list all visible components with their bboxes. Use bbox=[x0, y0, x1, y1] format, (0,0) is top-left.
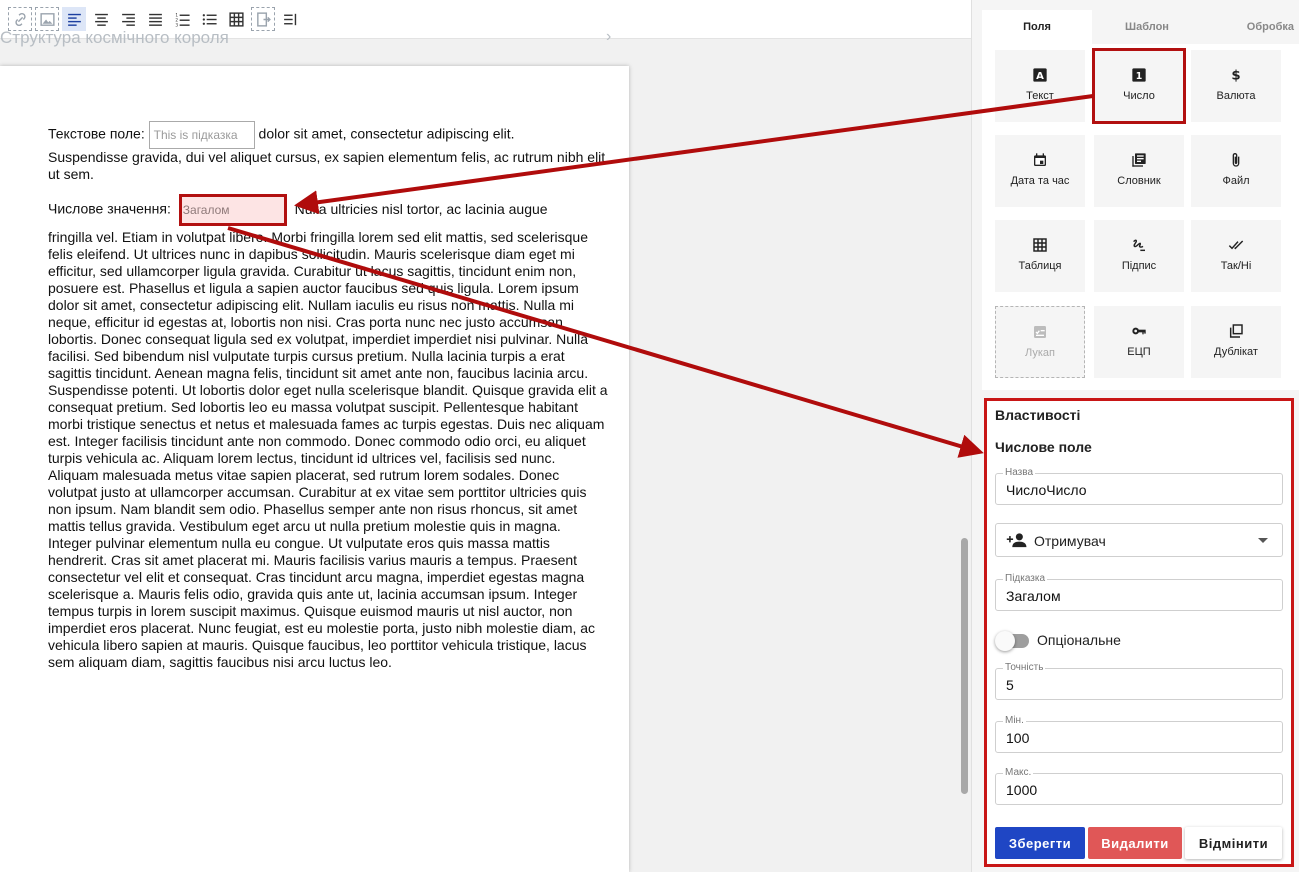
field-tile-label: Словник bbox=[1117, 175, 1161, 187]
svg-text:1: 1 bbox=[1136, 71, 1143, 82]
field-tile-dictionary[interactable]: Словник bbox=[1094, 135, 1184, 207]
hint-field-value: Загалом bbox=[1006, 588, 1061, 604]
svg-text:2: 2 bbox=[175, 17, 178, 23]
paragraph-number-field: Числове значення: Загалом Nulla ultricie… bbox=[48, 194, 608, 226]
field-tile-datetime[interactable]: Дата та час bbox=[995, 135, 1085, 207]
max-field[interactable]: Макс. 1000 bbox=[995, 767, 1283, 805]
optional-toggle-label: Опціональне bbox=[1037, 632, 1121, 648]
svg-text:A: A bbox=[1036, 71, 1044, 82]
toggle-knob bbox=[995, 631, 1015, 651]
grid-icon bbox=[1031, 236, 1049, 254]
min-field[interactable]: Мін. 100 bbox=[995, 715, 1283, 753]
field-tile-eds[interactable]: ЕЦП bbox=[1094, 306, 1184, 378]
field-tile-yesno[interactable]: Так/Ні bbox=[1191, 220, 1281, 292]
number-field-placeholder[interactable]: Загалом bbox=[178, 194, 287, 226]
recipient-select[interactable]: Отримувач bbox=[995, 523, 1283, 557]
field-tile-label: Так/Ні bbox=[1220, 260, 1252, 272]
dropdown-arrow-icon bbox=[1258, 538, 1268, 543]
dollar-icon: $ bbox=[1227, 66, 1245, 84]
save-button[interactable]: Зберегти bbox=[995, 827, 1085, 859]
svg-text:3: 3 bbox=[175, 22, 178, 27]
cancel-button[interactable]: Відмінити bbox=[1185, 827, 1282, 859]
hint-field[interactable]: Підказка Загалом bbox=[995, 573, 1283, 611]
name-field-value: ЧислоЧисло bbox=[1006, 482, 1087, 498]
name-field[interactable]: Назва ЧислоЧисло bbox=[995, 467, 1283, 505]
optional-toggle[interactable] bbox=[995, 631, 1029, 651]
field-tile-file[interactable]: Файл bbox=[1191, 135, 1281, 207]
field-tile-label: Дата та час bbox=[1010, 175, 1070, 187]
number-icon: 1 bbox=[1130, 66, 1148, 84]
number-field-label: Числове значення: bbox=[48, 200, 171, 217]
field-tile-text[interactable]: A Текст bbox=[995, 50, 1085, 122]
svg-text:$: $ bbox=[1231, 69, 1240, 83]
field-tile-lookup: Лукап bbox=[995, 306, 1085, 378]
field-tile-signature[interactable]: Підпис bbox=[1094, 220, 1184, 292]
max-field-value: 1000 bbox=[1006, 782, 1038, 798]
hint-field-label: Підказка bbox=[1003, 573, 1048, 584]
field-tile-label: Підпис bbox=[1121, 260, 1157, 272]
text-direction-icon[interactable] bbox=[278, 7, 302, 31]
document-page: Текстове поле: This is підказка dolor si… bbox=[0, 66, 629, 872]
text-icon: A bbox=[1031, 66, 1049, 84]
tab-template[interactable]: Шаблон bbox=[1092, 10, 1202, 44]
properties-panel: Властивості Числове поле Назва ЧислоЧисл… bbox=[984, 398, 1294, 867]
field-tile-table[interactable]: Таблиця bbox=[995, 220, 1085, 292]
min-field-value: 100 bbox=[1006, 730, 1030, 746]
tab-fields[interactable]: Поля bbox=[982, 10, 1092, 44]
paragraph-1-rest: Suspendisse gravida, dui vel aliquet cur… bbox=[48, 149, 606, 182]
properties-title: Властивості bbox=[995, 407, 1081, 423]
key-icon bbox=[1130, 322, 1148, 340]
properties-subtitle: Числове поле bbox=[995, 439, 1092, 455]
field-tile-label: Таблиця bbox=[1018, 260, 1062, 272]
paragraph-text-field: Текстове поле: This is підказка dolor si… bbox=[48, 121, 608, 183]
field-tile-label: ЕЦП bbox=[1127, 346, 1151, 358]
signature-icon bbox=[1130, 236, 1148, 254]
field-tile-duplicate[interactable]: Дублікат bbox=[1191, 306, 1281, 378]
document-canvas: Текстове поле: This is підказка dolor si… bbox=[0, 40, 971, 872]
field-tile-currency[interactable]: $ Валюта bbox=[1191, 50, 1281, 122]
tab-processing[interactable]: Обробка bbox=[1202, 10, 1299, 44]
calendar-icon bbox=[1031, 151, 1049, 169]
field-tile-label: Число bbox=[1123, 90, 1155, 102]
field-tile-label: Валюта bbox=[1216, 90, 1256, 102]
document-scrollbar[interactable] bbox=[961, 538, 968, 794]
field-tile-number[interactable]: 1 Число bbox=[1092, 48, 1186, 124]
library-icon bbox=[1130, 151, 1148, 169]
paragraph-2-inline: Nulla ultricies nisl tortor, ac lacinia … bbox=[294, 200, 548, 217]
name-field-label: Назва bbox=[1003, 467, 1036, 478]
add-person-icon bbox=[1006, 533, 1027, 548]
double-check-icon bbox=[1227, 236, 1245, 254]
precision-field[interactable]: Точність 5 bbox=[995, 662, 1283, 700]
paperclip-icon bbox=[1227, 151, 1245, 169]
precision-field-value: 5 bbox=[1006, 677, 1014, 693]
svg-text:1: 1 bbox=[175, 12, 178, 18]
delete-button[interactable]: Видалити bbox=[1088, 827, 1182, 859]
document-faded-title: Структура космічного короля bbox=[0, 28, 229, 47]
paragraph-1-inline: dolor sit amet, consectetur adipiscing e… bbox=[258, 125, 515, 142]
field-tile-label: Текст bbox=[1026, 90, 1054, 102]
panel-tabs: Поля Шаблон Обробка bbox=[982, 10, 1299, 44]
paragraph-2-body: fringilla vel. Etiam in volutpat libero.… bbox=[48, 229, 608, 670]
field-tile-label: Дублікат bbox=[1214, 346, 1258, 358]
lookup-icon bbox=[1031, 323, 1049, 341]
field-tile-label: Файл bbox=[1222, 175, 1250, 187]
precision-field-label: Точність bbox=[1003, 662, 1046, 673]
field-tile-label: Лукап bbox=[1025, 347, 1055, 359]
duplicate-icon bbox=[1227, 322, 1245, 340]
recipient-select-value: Отримувач bbox=[1034, 533, 1106, 549]
max-field-label: Макс. bbox=[1003, 767, 1034, 778]
text-field-placeholder[interactable]: This is підказка bbox=[148, 121, 255, 149]
min-field-label: Мін. bbox=[1003, 715, 1026, 726]
text-field-label: Текстове поле: bbox=[48, 125, 145, 142]
chevron-right-icon: › bbox=[606, 28, 612, 45]
